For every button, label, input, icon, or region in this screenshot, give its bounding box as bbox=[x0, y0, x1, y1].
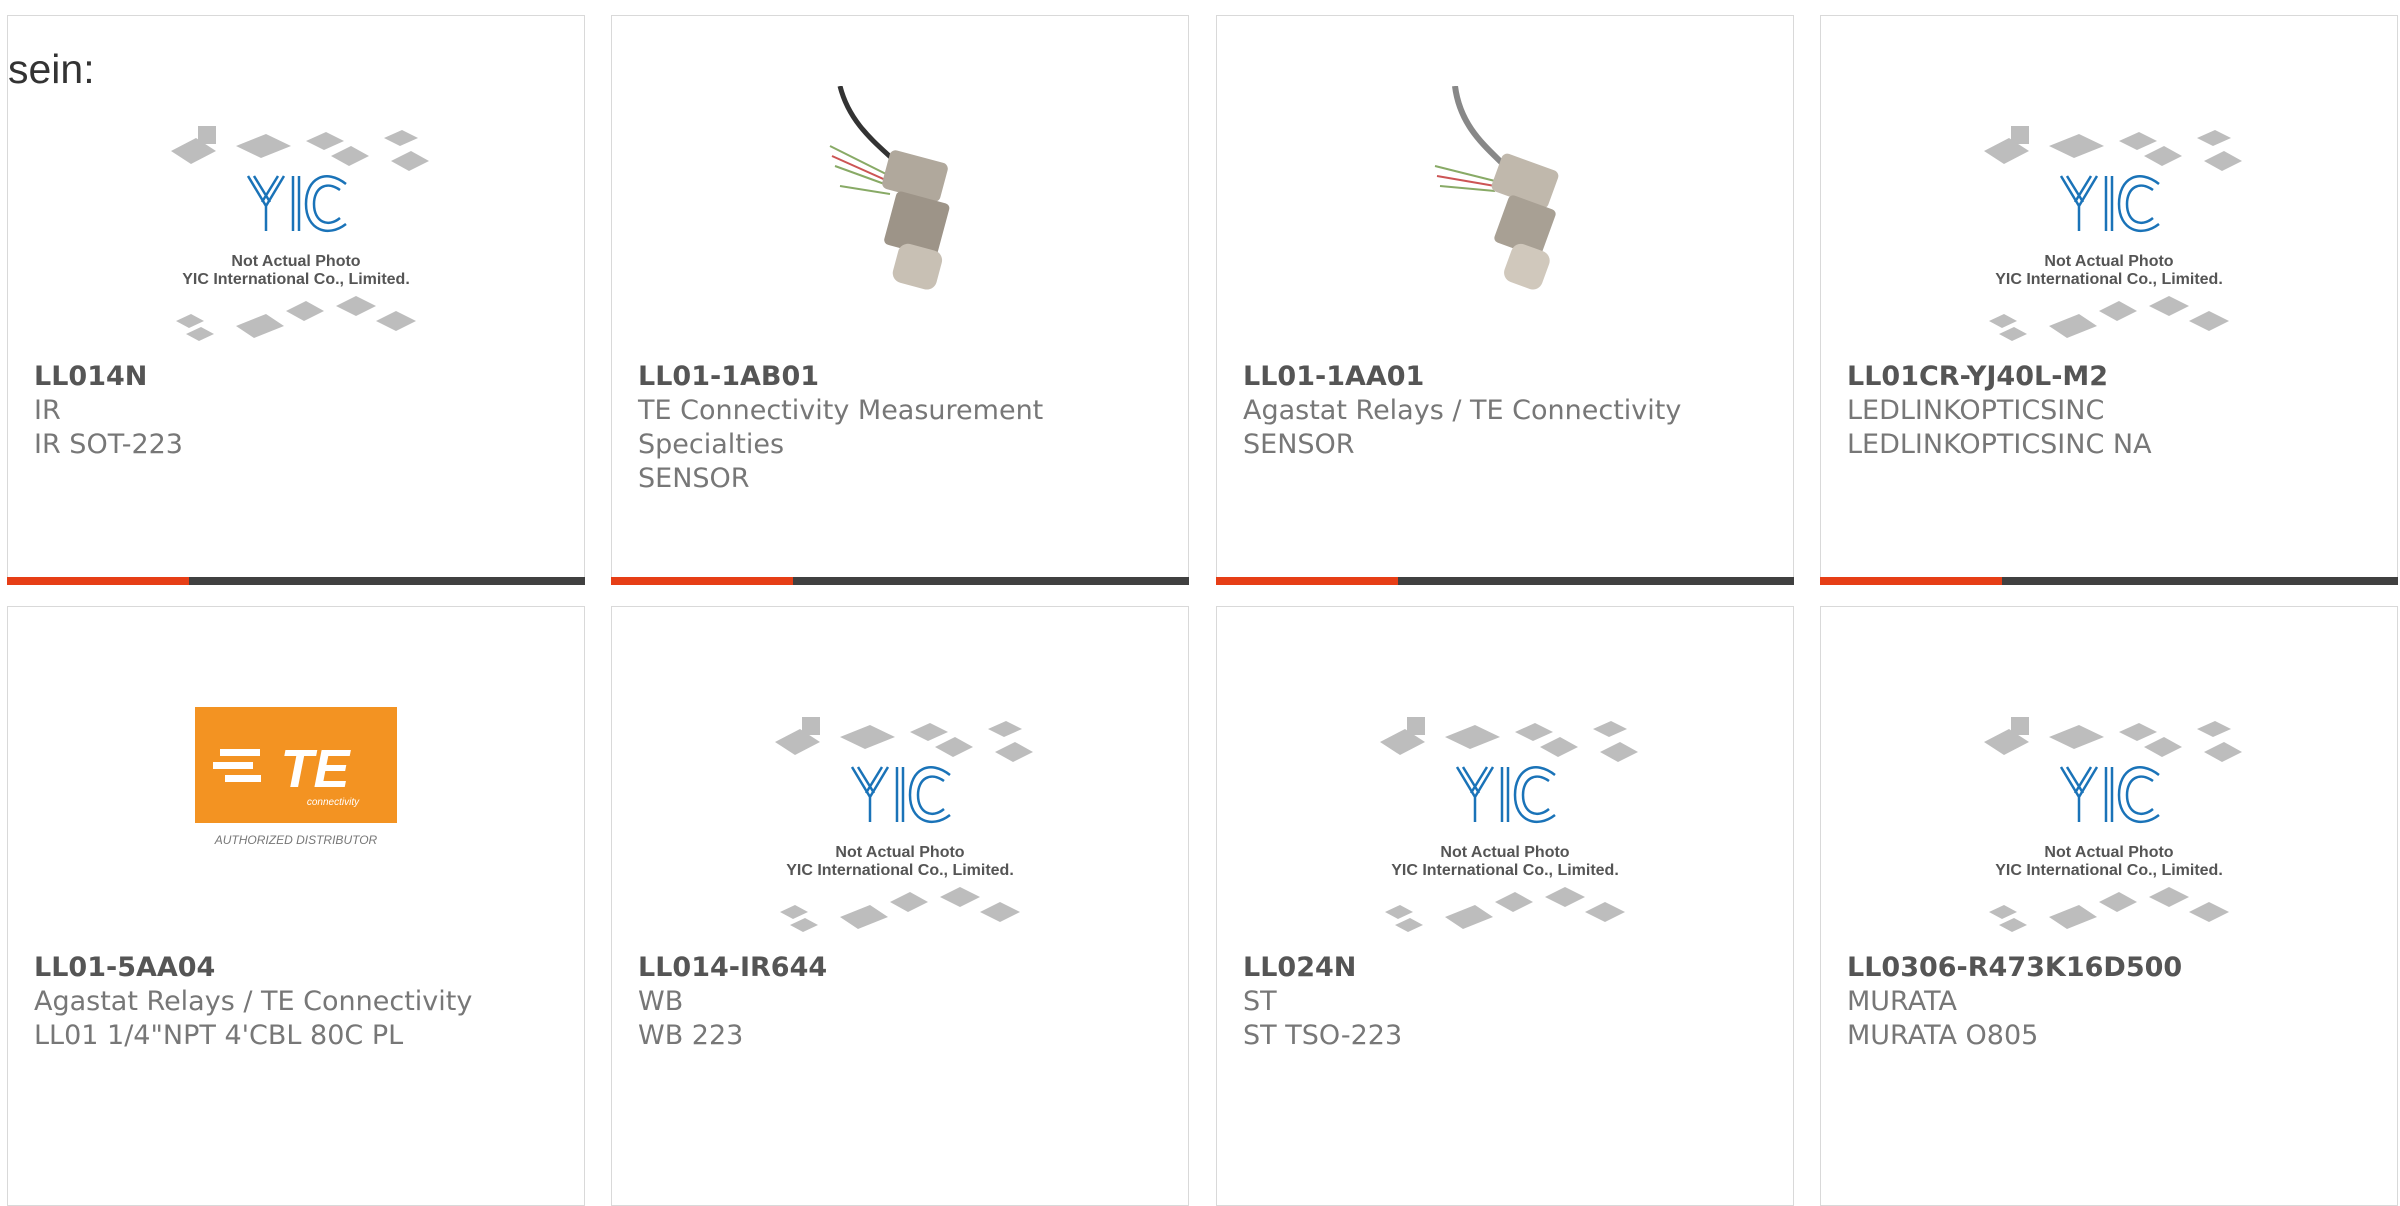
yic-placeholder-image: Not Actual Photo YIC International Co., … bbox=[775, 717, 1033, 932]
manufacturer: Agastat Relays / TE Connectivity bbox=[1243, 395, 1682, 426]
te-logo-letters: TE bbox=[280, 739, 351, 799]
te-logo-mark: TE connectivity bbox=[195, 707, 397, 823]
part-number[interactable]: LL014N bbox=[34, 360, 564, 394]
description: LL01 1/4"NPT 4'CBL 80C PL bbox=[34, 1020, 404, 1051]
te-caption: AUTHORIZED DISTRIBUTOR bbox=[214, 833, 378, 847]
placeholder-line1: Not Actual Photo bbox=[835, 844, 964, 861]
yic-placeholder-image: Not Actual Photo YIC International Co., … bbox=[1380, 717, 1638, 932]
intro-text: sein: bbox=[8, 46, 95, 92]
product-card[interactable]: LL01-1AA01 Agastat Relays / TE Connectiv… bbox=[1216, 15, 1794, 585]
product-card[interactable]: LL01-1AB01 TE Connectivity Measurement S… bbox=[611, 15, 1189, 585]
part-number[interactable]: LL01-1AB01 bbox=[638, 360, 1168, 394]
product-card[interactable]: Not Actual Photo YIC International Co., … bbox=[7, 15, 585, 585]
description: ST TSO-223 bbox=[1243, 1020, 1403, 1051]
placeholder-line2: YIC International Co., Limited. bbox=[786, 862, 1014, 879]
placeholder-line2: YIC International Co., Limited. bbox=[1995, 862, 2223, 879]
placeholder-line2: YIC International Co., Limited. bbox=[1391, 862, 1619, 879]
description: SENSOR bbox=[638, 463, 750, 494]
te-logo-sub: connectivity bbox=[307, 797, 360, 808]
manufacturer: Agastat Relays / TE Connectivity bbox=[34, 986, 473, 1017]
te-logo: TE connectivity AUTHORIZED DISTRIBUTOR bbox=[191, 707, 401, 847]
part-number[interactable]: LL01-5AA04 bbox=[34, 951, 564, 985]
manufacturer: IR bbox=[34, 395, 61, 426]
description: IR SOT-223 bbox=[34, 429, 183, 460]
manufacturer: TE Connectivity Measurement Specialties bbox=[638, 395, 1044, 460]
card-accent-bar bbox=[7, 577, 585, 585]
placeholder-line2: YIC International Co., Limited. bbox=[1995, 271, 2223, 288]
part-number[interactable]: LL01-1AA01 bbox=[1243, 360, 1773, 394]
manufacturer: LEDLINKOPTICSINC bbox=[1847, 395, 2105, 426]
product-card[interactable]: Not Actual Photo YIC International Co., … bbox=[1820, 606, 2398, 1206]
product-card[interactable]: Not Actual Photo YIC International Co., … bbox=[1820, 15, 2398, 585]
product-card[interactable]: TE connectivity AUTHORIZED DISTRIBUTOR L… bbox=[7, 606, 585, 1206]
yic-placeholder-image: Not Actual Photo YIC International Co., … bbox=[171, 126, 429, 341]
manufacturer: MURATA bbox=[1847, 986, 1957, 1017]
part-number[interactable]: LL01CR-YJ40L-M2 bbox=[1847, 360, 2377, 394]
description: WB 223 bbox=[638, 1020, 744, 1051]
part-number[interactable]: LL024N bbox=[1243, 951, 1773, 985]
sensor-photo bbox=[829, 86, 950, 290]
card-accent-bar bbox=[611, 577, 1189, 585]
placeholder-line1: Not Actual Photo bbox=[2044, 253, 2173, 270]
part-number[interactable]: LL0306-R473K16D500 bbox=[1847, 951, 2377, 985]
yic-placeholder-image: Not Actual Photo YIC International Co., … bbox=[1984, 126, 2242, 341]
description: SENSOR bbox=[1243, 429, 1355, 460]
product-card[interactable]: Not Actual Photo YIC International Co., … bbox=[1216, 606, 1794, 1206]
card-accent-bar bbox=[1216, 577, 1794, 585]
placeholder-line1: Not Actual Photo bbox=[231, 253, 360, 270]
placeholder-line1: Not Actual Photo bbox=[2044, 844, 2173, 861]
part-number[interactable]: LL014-IR644 bbox=[638, 951, 1168, 985]
placeholder-line1: Not Actual Photo bbox=[1440, 844, 1569, 861]
description: LEDLINKOPTICSINC NA bbox=[1847, 429, 2152, 460]
manufacturer: WB bbox=[638, 986, 684, 1017]
product-card[interactable]: Not Actual Photo YIC International Co., … bbox=[611, 606, 1189, 1206]
yic-placeholder-image: Not Actual Photo YIC International Co., … bbox=[1984, 717, 2242, 932]
description: MURATA O805 bbox=[1847, 1020, 2039, 1051]
placeholder-line2: YIC International Co., Limited. bbox=[182, 271, 410, 288]
card-accent-bar bbox=[1820, 577, 2398, 585]
manufacturer: ST bbox=[1243, 986, 1277, 1017]
sensor-photo bbox=[1434, 86, 1559, 290]
